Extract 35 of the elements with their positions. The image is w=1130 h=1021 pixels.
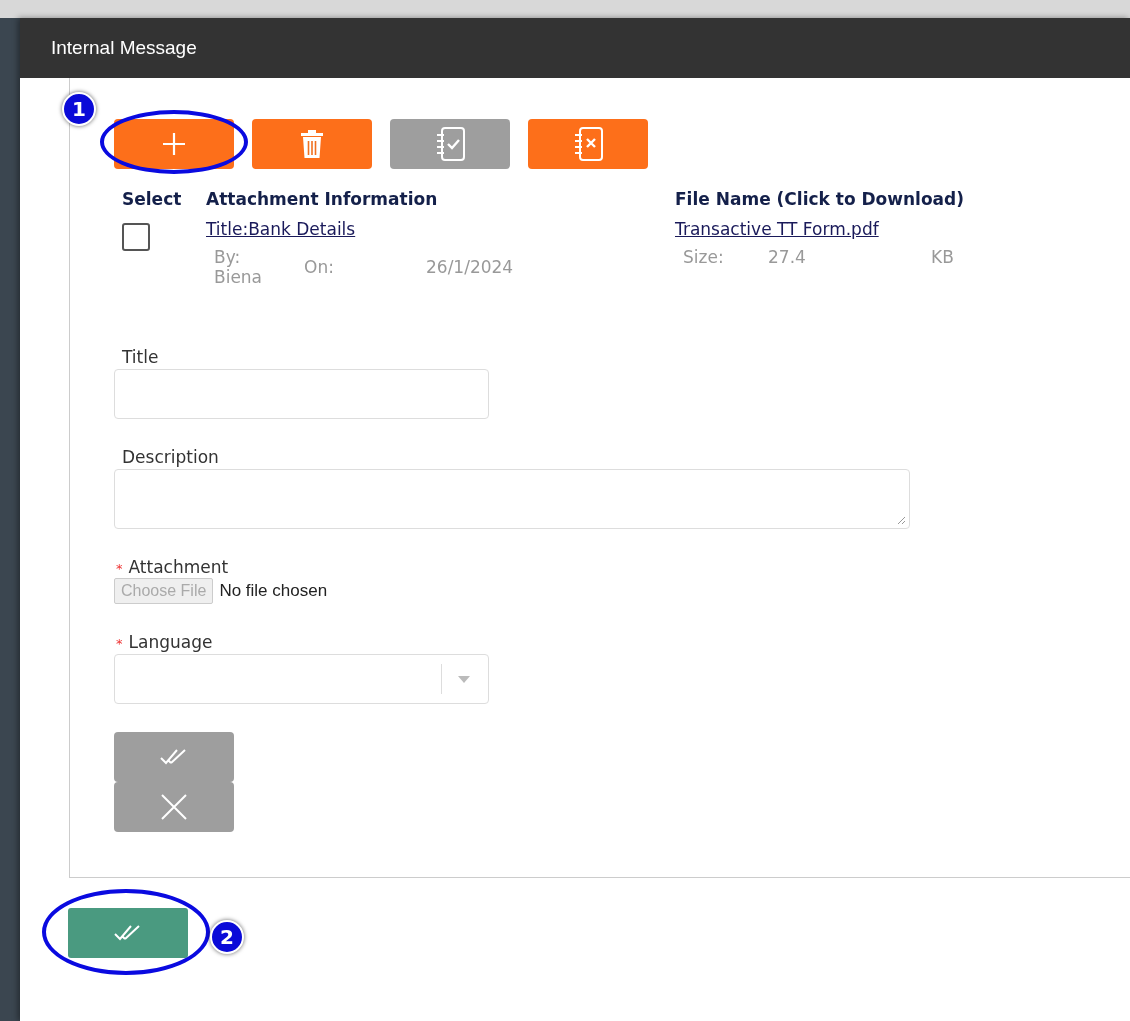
deselect-all-button[interactable] [528, 119, 648, 169]
window-title: Internal Message [51, 37, 197, 59]
trash-icon [300, 129, 324, 159]
field-label: Title [122, 347, 159, 367]
close-icon [160, 793, 188, 821]
file-status-text: No file chosen [219, 581, 328, 601]
date-text: 26/1/2024 [426, 257, 514, 277]
required-marker: * [116, 561, 123, 576]
description-text-area[interactable] [114, 469, 910, 529]
size-value: 27.4 [768, 247, 807, 267]
column-header: Select [122, 189, 183, 209]
required-marker: * [116, 636, 123, 651]
plus-icon [161, 131, 187, 157]
title-input-field[interactable] [114, 369, 489, 419]
add-button[interactable] [114, 119, 234, 169]
field-label: Language [128, 632, 213, 652]
field-label: Attachment [128, 557, 229, 577]
save-button[interactable] [68, 908, 188, 958]
language-dropdown[interactable] [114, 654, 489, 704]
by-label: By: [214, 247, 242, 267]
attachment-title-link[interactable]: Title:Bank Details [206, 219, 356, 239]
delete-button[interactable] [252, 119, 372, 169]
select-checkbox[interactable] [122, 223, 150, 251]
author-text: Biena [214, 267, 264, 287]
resize-grip-icon [896, 515, 906, 525]
on-label: On: [304, 257, 335, 277]
column-header: Attachment Information [206, 189, 439, 209]
step-badge: 1 [62, 92, 96, 126]
size-label: Size: [683, 247, 725, 267]
file-name-link[interactable]: Transactive TT Form.pdf [675, 219, 879, 239]
step-badge: 2 [210, 920, 244, 954]
column-header: File Name (Click to Download) [675, 189, 966, 209]
dropdown-caret-icon [458, 675, 470, 683]
size-unit: KB [931, 247, 954, 267]
field-label: Description [122, 447, 219, 467]
